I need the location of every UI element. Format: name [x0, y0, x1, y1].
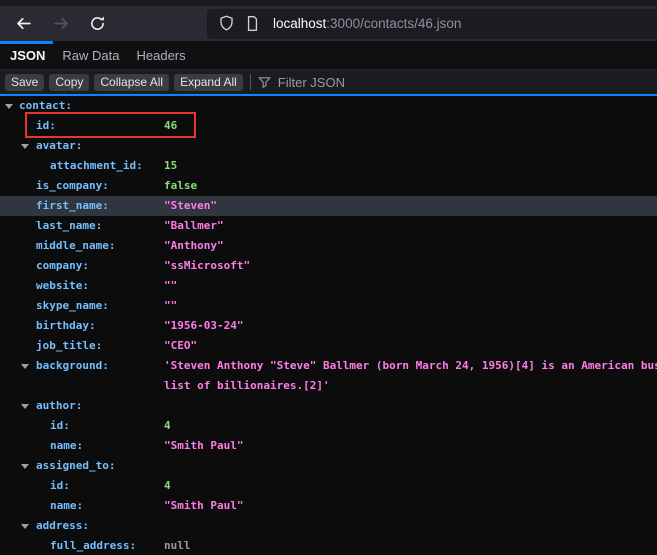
- filter-placeholder: Filter JSON: [278, 75, 345, 90]
- json-value: "CEO": [164, 336, 197, 356]
- json-key: id:: [50, 476, 70, 496]
- json-row[interactable]: avatar:: [0, 136, 657, 156]
- json-value: "": [164, 276, 177, 296]
- reload-button[interactable]: [82, 10, 112, 38]
- json-row[interactable]: last_name: "Ballmer": [0, 216, 657, 236]
- json-key: middle_name:: [36, 236, 115, 256]
- json-key: name:: [50, 436, 83, 456]
- json-value: "Ballmer": [164, 216, 224, 236]
- twisty-collapse-icon[interactable]: [21, 524, 29, 529]
- json-key: author:: [36, 396, 82, 416]
- json-key: company:: [36, 256, 89, 276]
- json-row[interactable]: name: "Smith Paul": [0, 436, 657, 456]
- json-row[interactable]: middle_name: "Anthony": [0, 236, 657, 256]
- json-value: "Anthony": [164, 236, 224, 256]
- json-row[interactable]: attachment_id: 15: [0, 156, 657, 176]
- page-info-icon[interactable]: [244, 15, 261, 32]
- json-row[interactable]: name: "Smith Paul": [0, 496, 657, 516]
- json-key: contact:: [19, 96, 72, 116]
- twisty-collapse-icon[interactable]: [5, 104, 13, 109]
- json-row[interactable]: is_company: false: [0, 176, 657, 196]
- json-key: id:: [36, 116, 56, 136]
- json-key: full_address:: [50, 536, 136, 555]
- address-bar[interactable]: localhost:3000/contacts/46.json: [207, 9, 657, 39]
- json-key: skype_name:: [36, 296, 109, 316]
- json-tree: contact:id:46avatar:attachment_id:15is_c…: [0, 96, 657, 555]
- active-tab-indicator: [0, 41, 53, 44]
- url-host: localhost: [273, 16, 326, 31]
- json-value: "ssMicrosoft": [164, 256, 250, 276]
- json-row[interactable]: author:: [0, 396, 657, 416]
- json-key: avatar:: [36, 136, 82, 156]
- json-row[interactable]: id: 4: [0, 416, 657, 436]
- json-key: attachment_id:: [50, 156, 143, 176]
- json-value: "": [164, 296, 177, 316]
- json-row[interactable]: job_title: "CEO": [0, 336, 657, 356]
- json-row[interactable]: birthday: "1956-03-24": [0, 316, 657, 336]
- twisty-collapse-icon[interactable]: [21, 364, 29, 369]
- json-value: "Smith Paul": [164, 496, 243, 516]
- json-value: 4: [164, 476, 171, 496]
- json-key: background:: [36, 356, 109, 376]
- json-value: null: [164, 536, 191, 555]
- json-key: last_name:: [36, 216, 102, 236]
- json-row[interactable]: first_name: "Steven": [0, 196, 657, 216]
- json-key: website:: [36, 276, 89, 296]
- json-row[interactable]: background: 'Steven Anthony "Steve" Ballm…: [0, 356, 657, 396]
- copy-button[interactable]: Copy: [49, 74, 89, 91]
- json-row[interactable]: address:: [0, 516, 657, 536]
- json-key: job_title:: [36, 336, 102, 356]
- browser-navigation-bar: localhost:3000/contacts/46.json: [0, 6, 657, 41]
- forward-button[interactable]: [46, 10, 76, 38]
- json-key: assigned_to:: [36, 456, 115, 476]
- json-row[interactable]: id: 4: [0, 476, 657, 496]
- json-row[interactable]: website: "": [0, 276, 657, 296]
- back-arrow-icon: [15, 15, 32, 32]
- json-value: false: [164, 176, 197, 196]
- tab-raw-data[interactable]: Raw Data: [62, 48, 119, 63]
- twisty-collapse-icon[interactable]: [21, 464, 29, 469]
- toolbar-separator: [250, 74, 251, 90]
- json-row[interactable]: id: 46: [0, 116, 657, 136]
- reload-icon: [89, 15, 106, 32]
- json-row[interactable]: skype_name: "": [0, 296, 657, 316]
- url-path: :3000/contacts/46.json: [326, 16, 461, 31]
- expand-all-button[interactable]: Expand All: [174, 74, 243, 91]
- filter-json-input[interactable]: Filter JSON: [257, 75, 345, 90]
- json-row[interactable]: contact:: [0, 96, 657, 116]
- json-viewer-toolbar: Save Copy Collapse All Expand All Filter…: [0, 70, 657, 94]
- json-value: 4: [164, 416, 171, 436]
- json-viewer-tab-bar: JSON Raw Data Headers: [0, 41, 657, 70]
- json-row[interactable]: assigned_to:: [0, 456, 657, 476]
- json-value: "Smith Paul": [164, 436, 243, 456]
- json-row[interactable]: full_address: null: [0, 536, 657, 555]
- tab-json[interactable]: JSON: [10, 48, 45, 63]
- json-value: 15: [164, 156, 177, 176]
- url-text: localhost:3000/contacts/46.json: [273, 16, 461, 31]
- json-value: "1956-03-24": [164, 316, 243, 336]
- filter-funnel-icon: [257, 75, 272, 90]
- json-key: birthday:: [36, 316, 96, 336]
- tab-headers[interactable]: Headers: [136, 48, 185, 63]
- back-button[interactable]: [8, 10, 38, 38]
- save-button[interactable]: Save: [5, 74, 44, 91]
- json-key: first_name:: [36, 196, 109, 216]
- json-key: is_company:: [36, 176, 109, 196]
- json-value: 46: [164, 116, 177, 136]
- json-row[interactable]: company: "ssMicrosoft": [0, 256, 657, 276]
- forward-arrow-icon: [53, 15, 70, 32]
- tracking-protection-shield-icon[interactable]: [218, 15, 235, 32]
- json-value: "Steven": [164, 196, 217, 216]
- json-key: name:: [50, 496, 83, 516]
- json-key: id:: [50, 416, 70, 436]
- collapse-all-button[interactable]: Collapse All: [94, 74, 169, 91]
- json-value: 'Steven Anthony "Steve" Ballmer (born Ma…: [164, 356, 657, 396]
- twisty-collapse-icon[interactable]: [21, 404, 29, 409]
- twisty-collapse-icon[interactable]: [21, 144, 29, 149]
- json-key: address:: [36, 516, 89, 536]
